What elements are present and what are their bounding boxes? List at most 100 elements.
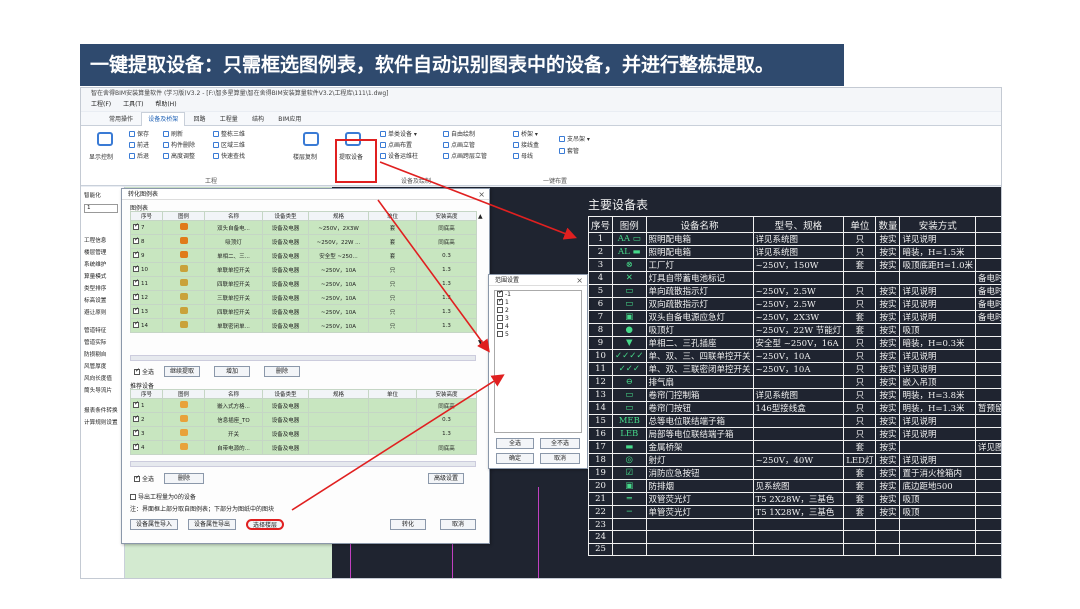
row-checkbox[interactable]: 10 <box>130 262 163 277</box>
close-icon[interactable]: × <box>478 189 485 200</box>
row-checkbox[interactable]: 1 <box>130 398 163 413</box>
forward-button[interactable]: 前进 <box>129 140 149 149</box>
row-checkbox[interactable]: 13 <box>130 304 163 319</box>
delete-recommend-button[interactable]: 删除 <box>164 473 204 484</box>
tab-circuit[interactable]: 回路 <box>188 113 212 127</box>
tree-item[interactable]: 楼层管理 <box>84 248 106 256</box>
convert-button[interactable]: 转化 <box>390 519 426 530</box>
tree-item[interactable]: 工程信息 <box>84 236 106 244</box>
scroll-up-icon[interactable]: ▲ <box>478 213 483 220</box>
floor-item[interactable]: 5 <box>495 331 581 339</box>
show-control-button[interactable]: 显示控制 <box>89 152 113 161</box>
scroll-down-icon[interactable]: ▼ <box>478 339 483 346</box>
region-3d-button[interactable]: 区域三维 <box>213 140 245 149</box>
tab-equipment[interactable]: 设备及桥架 <box>141 112 186 126</box>
table-row[interactable]: 11 四联单控开关设备及电器~250V，10A只1.3 <box>130 276 477 291</box>
building-3d-button[interactable]: 整栋三维 <box>213 129 245 138</box>
export-zero-checkbox[interactable]: 导出工程量为0的设备 <box>130 492 196 501</box>
single-equipment-button[interactable]: 单类设备 ▾ <box>380 129 417 138</box>
row-checkbox[interactable]: 8 <box>130 234 163 249</box>
floor-select[interactable]: 1 <box>84 204 118 213</box>
tree-item[interactable]: 报表条件转换 <box>84 406 118 414</box>
row-checkbox[interactable]: 14 <box>130 318 163 333</box>
ok-button[interactable]: 确定 <box>496 453 534 464</box>
cross-floor-riser-button[interactable]: 点画跨层立管 <box>443 151 487 160</box>
quick-find-button[interactable]: 快速查找 <box>213 151 245 160</box>
horizontal-scrollbar[interactable] <box>130 461 476 467</box>
row-checkbox[interactable]: 2 <box>130 412 163 427</box>
select-all-button[interactable]: 全选 <box>496 438 534 449</box>
equipment-column-button[interactable]: 设备运维柱 <box>380 151 418 160</box>
tree-item[interactable]: 标高设置 <box>84 296 106 304</box>
floor-item[interactable]: 2 <box>495 307 581 315</box>
row-checkbox[interactable]: 11 <box>130 276 163 291</box>
menu-help[interactable]: 帮助(H) <box>155 101 176 108</box>
menu-tools[interactable]: 工具(T) <box>123 101 143 108</box>
table-row[interactable]: 10 单联单控开关设备及电器~250V，10A只1.3 <box>130 262 477 277</box>
tree-item[interactable]: 防损剔自 <box>84 350 106 358</box>
tree-item[interactable]: 风向长度值 <box>84 374 112 382</box>
select-all-checkbox[interactable]: 全选 <box>134 474 154 483</box>
tree-item[interactable]: 系统维护 <box>84 260 106 268</box>
riser-button[interactable]: 点画立管 <box>443 140 475 149</box>
row-checkbox[interactable]: 9 <box>130 248 163 263</box>
add-button[interactable]: 增加 <box>214 366 250 377</box>
tree-item[interactable]: 管道实际 <box>84 338 106 346</box>
select-none-button[interactable]: 全不选 <box>540 438 580 449</box>
import-attributes-button[interactable]: 设备属性导入 <box>130 519 179 530</box>
support-button[interactable]: 支吊架 ▾ <box>559 134 590 143</box>
table-row[interactable]: 9 单相二、三...设备及电器安全型 ~250...套0.3 <box>130 248 477 263</box>
row-checkbox[interactable]: 4 <box>130 440 163 455</box>
tree-item[interactable]: 避让原则 <box>84 308 106 316</box>
table-row[interactable]: 7 双头自备电...设备及电器~250V，2X3W套同底高 <box>130 220 477 235</box>
tree-item[interactable]: 算量模式 <box>84 272 106 280</box>
row-checkbox[interactable]: 3 <box>130 426 163 441</box>
floor-item[interactable]: -1 <box>495 289 581 299</box>
table-row[interactable]: 13 四联单控开关设备及电器~250V，10A只1.3 <box>130 304 477 319</box>
continue-extract-button[interactable]: 继续提取 <box>164 366 201 377</box>
close-icon[interactable]: × <box>576 275 583 286</box>
tree-item[interactable]: 筒头导流片 <box>84 386 112 394</box>
tree-item[interactable]: 类型排序 <box>84 284 106 292</box>
cable-tray-button[interactable]: 桥架 ▾ <box>513 129 538 138</box>
save-button[interactable]: 保存 <box>129 129 149 138</box>
tree-item[interactable]: 计算规则设置 <box>84 418 118 426</box>
tree-item[interactable]: 风管厚度 <box>84 362 106 370</box>
table-row[interactable]: 4 自带电源的...设备及电器 同底高 <box>130 440 477 455</box>
table-row[interactable]: 3 开关设备及电器 1.3 <box>130 426 477 441</box>
tab-common[interactable]: 常用操作 <box>103 113 139 127</box>
select-floor-button[interactable]: 选择楼层 <box>246 519 285 530</box>
table-row[interactable]: 12 三联单控开关设备及电器~250V，10A只1.3 <box>130 290 477 305</box>
horizontal-scrollbar[interactable] <box>130 355 476 361</box>
export-attributes-button[interactable]: 设备属性导出 <box>188 519 237 530</box>
busbar-button[interactable]: 母线 <box>513 151 533 160</box>
tree-item[interactable]: 管道特征 <box>84 326 106 334</box>
menu-project[interactable]: 工程(F) <box>91 101 111 108</box>
table-row[interactable]: 8 吸顶灯设备及电器~250V，22W ...套同底高 <box>130 234 477 249</box>
delete-button[interactable]: 删除 <box>264 366 300 377</box>
range-cancel-button[interactable]: 取消 <box>540 453 580 464</box>
junction-box-button[interactable]: 接线盒 <box>513 140 539 149</box>
tab-quantity[interactable]: 工程量 <box>214 113 244 127</box>
advanced-settings-button[interactable]: 高级设置 <box>428 473 465 484</box>
table-row[interactable]: 2 信息插座_TO设备及电器 0.3 <box>130 412 477 427</box>
table-row[interactable]: 1 嵌入式方格...设备及电器 同底高 <box>130 398 477 413</box>
select-all-checkbox[interactable]: 全选 <box>134 367 154 376</box>
cancel-button[interactable]: 取消 <box>440 519 476 530</box>
free-draw-button[interactable]: 自由绘制 <box>443 129 475 138</box>
refresh-button[interactable]: 刷新 <box>163 129 183 138</box>
table-row[interactable]: 14 单联密闭单...设备及电器~250V，10A只1.3 <box>130 318 477 333</box>
tab-structure[interactable]: 结构 <box>246 113 270 127</box>
point-place-button[interactable]: 点画布置 <box>380 140 412 149</box>
delete-component-button[interactable]: 构件删除 <box>163 140 195 149</box>
row-checkbox[interactable]: 7 <box>130 220 163 235</box>
floor-item[interactable]: 3 <box>495 315 581 323</box>
tab-bim[interactable]: BIM应用 <box>272 113 307 127</box>
height-adjust-button[interactable]: 高度调整 <box>163 151 195 160</box>
floor-item[interactable]: 4 <box>495 323 581 331</box>
row-checkbox[interactable]: 12 <box>130 290 163 305</box>
back-button[interactable]: 后退 <box>129 151 149 160</box>
floor-copy-button[interactable]: 楼层复制 <box>293 152 317 161</box>
sleeve-button[interactable]: 套管 <box>559 146 579 155</box>
floor-item[interactable]: 1 <box>495 297 581 307</box>
